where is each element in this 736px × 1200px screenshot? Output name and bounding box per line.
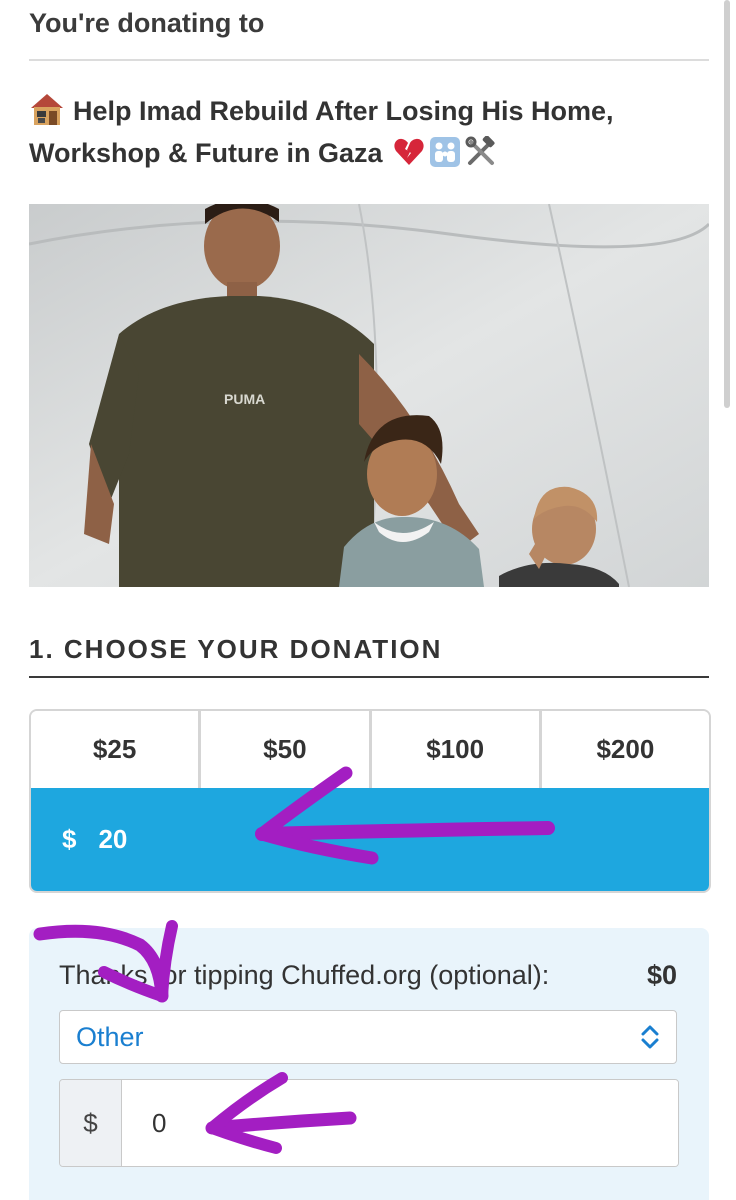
house-emoji-icon	[29, 92, 65, 126]
broken-heart-icon	[393, 136, 425, 168]
tip-currency-addon: $	[60, 1080, 122, 1166]
custom-amount-value[interactable]: 20	[98, 824, 127, 855]
preset-amount-button[interactable]: $50	[201, 711, 372, 788]
preset-amount-button[interactable]: $200	[541, 711, 709, 788]
custom-amount-currency: $	[62, 824, 77, 854]
preset-amount-button[interactable]: $100	[371, 711, 542, 788]
photo-logo-text: PUMA	[224, 391, 265, 407]
campaign-title: Help Imad Rebuild After Losing His Home,…	[29, 90, 709, 174]
tip-label: Thanks for tipping Chuffed.org (optional…	[59, 960, 550, 990]
family-icon	[429, 136, 461, 168]
tip-custom-input-group: $	[59, 1079, 679, 1167]
tip-panel: Thanks for tipping Chuffed.org (optional…	[29, 928, 709, 1200]
custom-amount-input[interactable]: $ 20	[31, 788, 709, 891]
tip-amount-input[interactable]	[122, 1080, 678, 1166]
campaign-title-text: Help Imad Rebuild After Losing His Home,…	[29, 96, 614, 168]
choose-donation-heading: 1. CHOOSE YOUR DONATION	[29, 634, 443, 664]
campaign-photo: PUMA	[29, 204, 709, 587]
tip-select-value: Other	[76, 1021, 144, 1052]
preset-amount-button[interactable]: $25	[31, 711, 202, 788]
preset-amounts: $25 $50 $100 $200	[31, 711, 709, 788]
divider	[29, 59, 709, 61]
scrollbar[interactable]	[724, 0, 730, 408]
section-divider	[29, 676, 709, 678]
donating-to-heading: You're donating to	[29, 8, 265, 38]
donation-page: You're donating to Help Imad Rebuild Aft…	[0, 0, 736, 1200]
tools-icon	[465, 135, 497, 168]
donation-amount-selector: $25 $50 $100 $200 $ 20	[29, 709, 711, 893]
tip-select[interactable]: Other	[59, 1010, 677, 1064]
chevron-up-down-icon	[638, 1024, 662, 1050]
tip-amount: $0	[646, 960, 677, 990]
